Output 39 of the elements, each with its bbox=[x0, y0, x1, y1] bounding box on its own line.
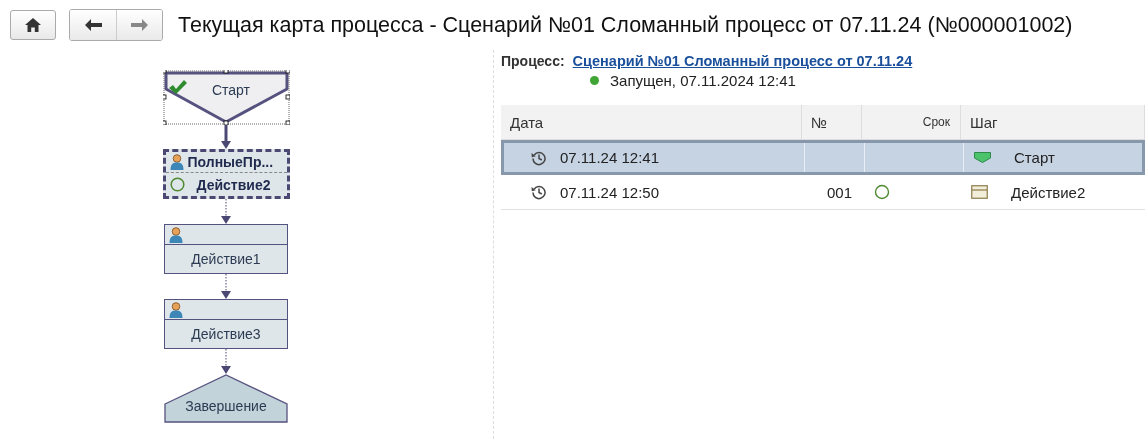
circle-icon bbox=[169, 177, 185, 192]
history-icon bbox=[531, 184, 547, 200]
node-label: Действие1 bbox=[191, 251, 261, 267]
action-step-icon bbox=[971, 185, 988, 199]
date-cell: 07.11.24 12:41 bbox=[560, 149, 659, 166]
action-node[interactable]: Действие1 bbox=[164, 224, 288, 274]
action-node[interactable]: ПолныеПр... Действие2 bbox=[162, 149, 290, 199]
table-row[interactable]: 07.11.24 12:41 Старт bbox=[501, 140, 1145, 175]
node-label: Завершение bbox=[184, 398, 268, 414]
back-button[interactable] bbox=[70, 10, 116, 40]
column-header[interactable]: Дата bbox=[501, 105, 802, 140]
window-title: Текущая карта процесса - Сценарий №01 Сломанный процесс от 07.11.24 (№000001002) bbox=[178, 12, 1073, 38]
forward-arrow-icon bbox=[131, 19, 148, 31]
step-cell: Старт bbox=[1014, 149, 1055, 166]
history-icon bbox=[531, 149, 547, 166]
table-row[interactable]: 07.11.24 12:50 001 Действие2 bbox=[501, 175, 1145, 210]
performer-label: ПолныеПр... bbox=[187, 154, 274, 170]
process-link[interactable]: Сценарий №01 Сломанный процесс от 07.11.24 bbox=[572, 53, 913, 69]
start-step-icon bbox=[974, 152, 991, 163]
back-arrow-icon bbox=[84, 19, 102, 31]
action-node[interactable]: Действие3 bbox=[164, 299, 288, 349]
node-label: Действие2 bbox=[196, 176, 271, 193]
person-icon bbox=[169, 301, 183, 318]
process-status: Запущен, 07.11.2024 12:41 bbox=[610, 72, 796, 89]
number-cell: 001 bbox=[826, 183, 852, 201]
column-header[interactable]: Шаг bbox=[961, 105, 1145, 140]
status-dot bbox=[590, 76, 599, 85]
process-label: Процесс: bbox=[501, 53, 565, 69]
step-cell: Действие2 bbox=[1011, 183, 1086, 201]
date-cell: 07.11.24 12:50 bbox=[560, 183, 659, 201]
home-icon bbox=[25, 18, 41, 32]
person-icon bbox=[169, 226, 183, 243]
end-node[interactable] bbox=[164, 374, 288, 423]
node-label: Старт bbox=[210, 82, 251, 98]
home-button[interactable] bbox=[10, 10, 56, 40]
node-label: Действие3 bbox=[191, 326, 261, 342]
column-header[interactable]: № bbox=[802, 105, 862, 140]
column-header[interactable]: Срок bbox=[862, 105, 961, 140]
person-icon bbox=[169, 154, 184, 170]
